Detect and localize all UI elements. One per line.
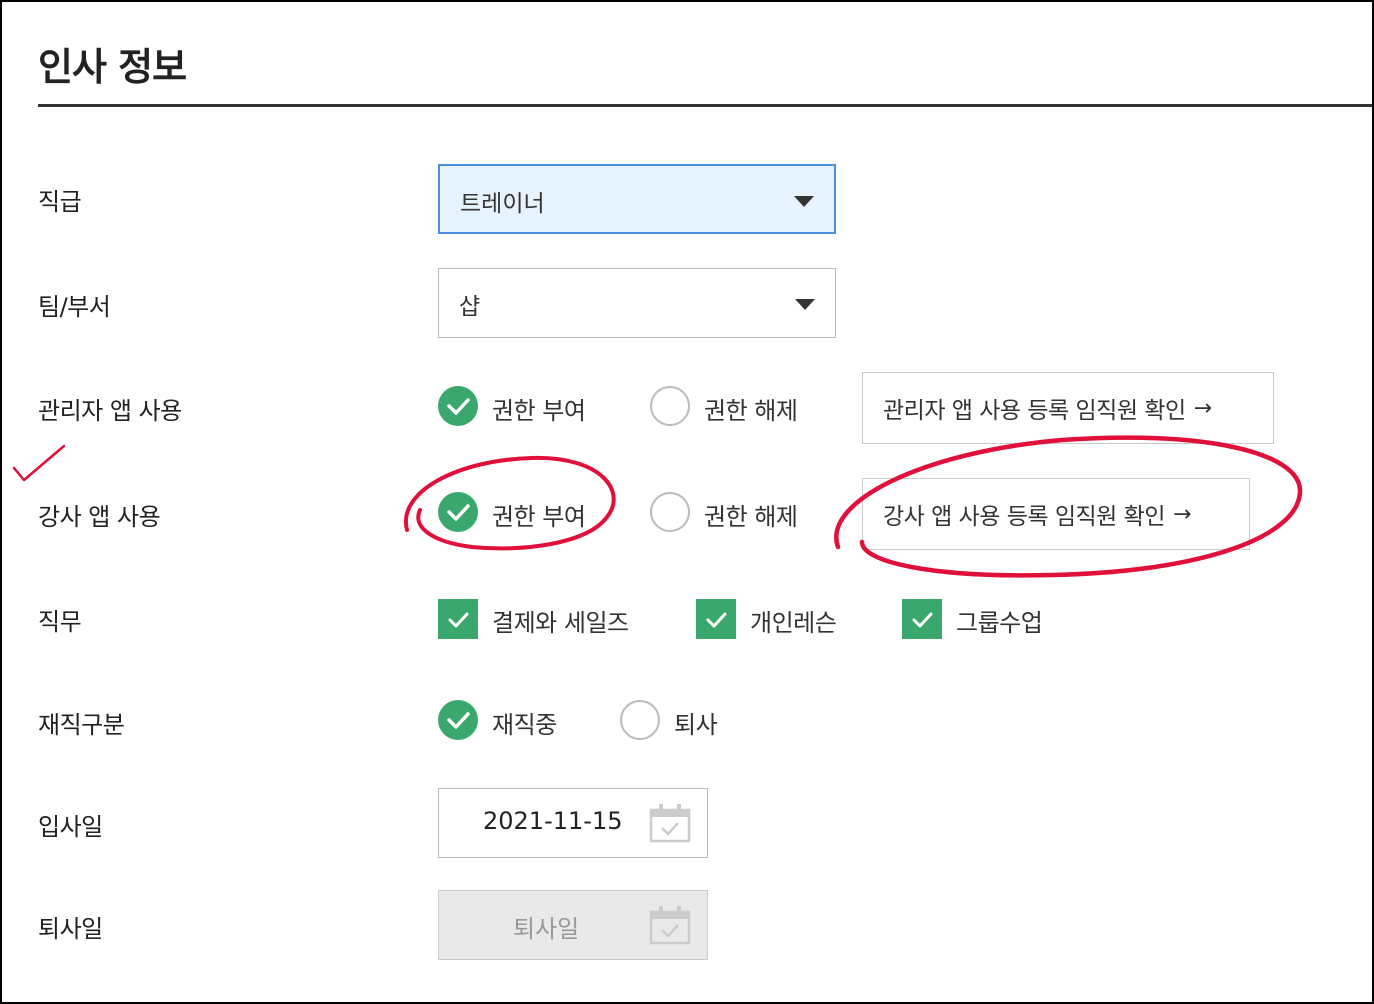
hire-date-label: 입사일 [38, 813, 103, 841]
hr-info-panel: 인사 정보 직급 트레이너 팀/부서 샵 관리자 앱 사용 권한 부여 권한 해… [2, 2, 1372, 1002]
calendar-icon [649, 906, 691, 945]
duty-checkbox-personal-lesson[interactable] [696, 599, 736, 639]
admin-app-users-link-label: 관리자 앱 사용 등록 임직원 확인 [883, 398, 1186, 424]
check-icon [447, 504, 470, 521]
duty-option-label: 개인레슨 [750, 609, 837, 637]
title-divider [38, 104, 1372, 107]
admin-app-grant-radio[interactable] [438, 386, 478, 426]
admin-app-revoke-label: 권한 해제 [704, 397, 798, 425]
annotation-checkmark [12, 444, 66, 482]
team-select[interactable]: 샵 [438, 268, 836, 338]
instructor-app-revoke-radio[interactable] [650, 492, 690, 532]
team-label: 팀/부서 [38, 293, 111, 321]
section-title: 인사 정보 [38, 45, 187, 89]
position-select[interactable]: 트레이너 [438, 164, 836, 234]
position-label: 직급 [38, 188, 82, 216]
leave-date-label: 퇴사일 [38, 915, 103, 943]
chevron-down-icon [794, 196, 814, 207]
check-icon [448, 612, 469, 628]
duty-label: 직무 [38, 608, 82, 636]
check-icon [447, 712, 470, 729]
check-icon [706, 612, 727, 628]
duty-checkbox-payment-sales[interactable] [438, 599, 478, 639]
instructor-app-label: 강사 앱 사용 [38, 503, 161, 531]
arrow-right-icon: → [1193, 395, 1212, 421]
instructor-app-users-link[interactable]: 강사 앱 사용 등록 임직원 확인 → [862, 478, 1250, 550]
duty-option-label: 결제와 세일즈 [492, 609, 629, 637]
duty-checkbox-group-class[interactable] [902, 599, 942, 639]
instructor-app-grant-radio[interactable] [438, 492, 478, 532]
employment-employed-label: 재직중 [492, 711, 557, 739]
instructor-app-grant-label: 권한 부여 [492, 503, 586, 531]
position-select-value: 트레이너 [460, 191, 545, 217]
employment-resigned-label: 퇴사 [674, 711, 718, 739]
instructor-app-users-link-label: 강사 앱 사용 등록 임직원 확인 [883, 504, 1165, 530]
calendar-icon[interactable] [649, 803, 691, 843]
instructor-app-revoke-label: 권한 해제 [704, 503, 798, 531]
leave-date-input: 퇴사일 [438, 890, 708, 960]
check-icon [447, 398, 470, 415]
admin-app-label: 관리자 앱 사용 [38, 397, 182, 425]
arrow-right-icon: → [1172, 501, 1191, 527]
check-icon [912, 612, 933, 628]
admin-app-users-link[interactable]: 관리자 앱 사용 등록 임직원 확인 → [862, 372, 1274, 444]
leave-date-placeholder: 퇴사일 [513, 915, 580, 943]
hire-date-value: 2021-11-15 [483, 807, 623, 835]
employment-resigned-radio[interactable] [620, 700, 660, 740]
hire-date-input[interactable]: 2021-11-15 [438, 788, 708, 858]
employment-label: 재직구분 [38, 711, 125, 739]
employment-employed-radio[interactable] [438, 700, 478, 740]
admin-app-revoke-radio[interactable] [650, 386, 690, 426]
team-select-value: 샵 [459, 294, 481, 320]
duty-option-label: 그룹수업 [956, 609, 1043, 637]
chevron-down-icon [795, 299, 815, 310]
admin-app-grant-label: 권한 부여 [492, 397, 586, 425]
